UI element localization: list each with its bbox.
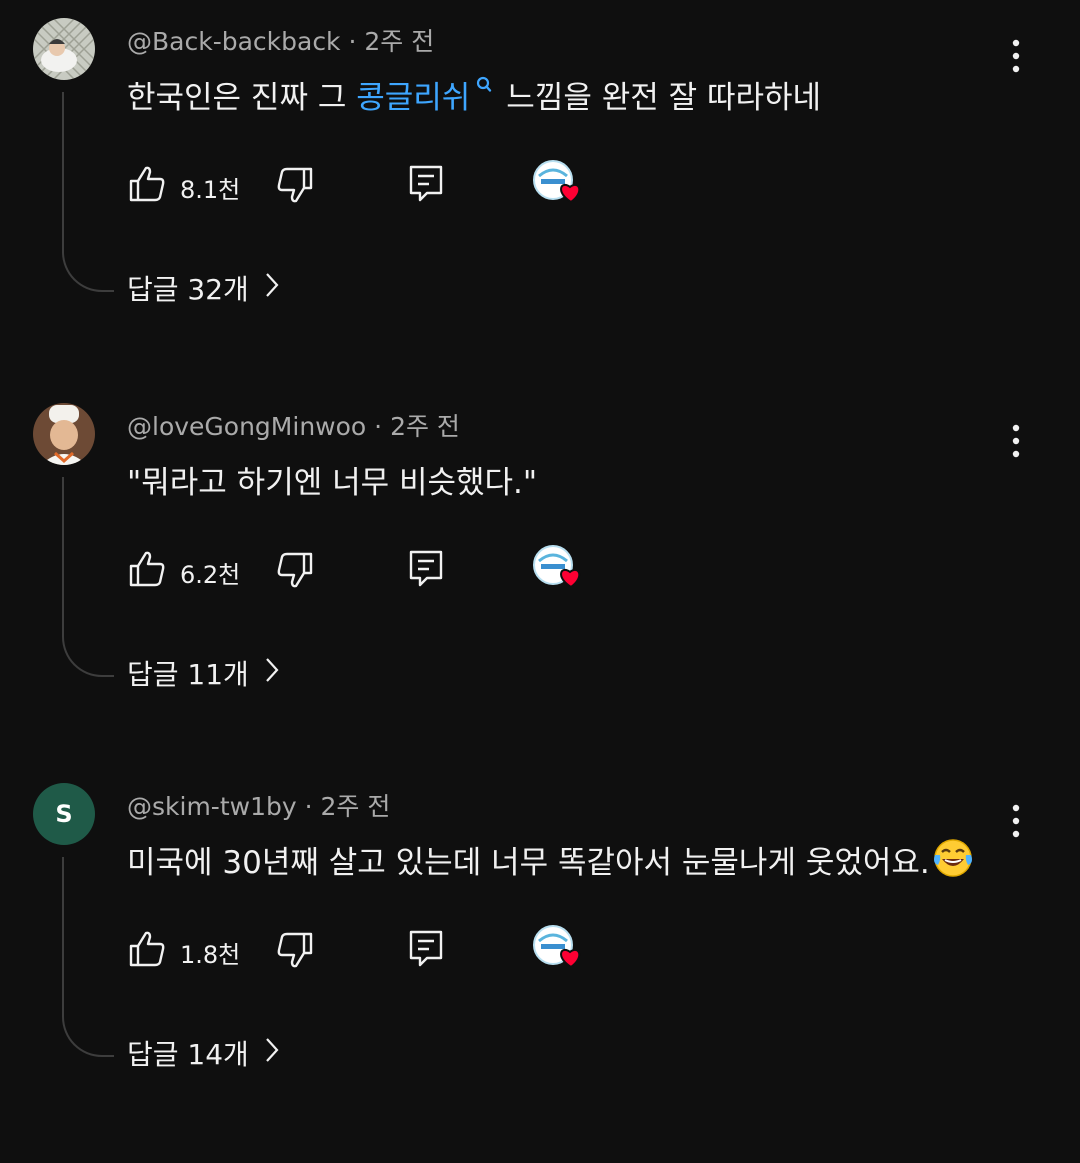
comment-3: S @skim-tw1by · 2주 전 미국에 30년째 살고 있는데 너무 … <box>0 783 1080 1163</box>
more-vert-icon[interactable] <box>1003 36 1029 76</box>
comment-time: 2주 전 <box>320 792 391 821</box>
comment-text: "뭐라고 하기엔 너무 비슷했다." <box>127 465 538 501</box>
comment-2: @loveGongMinwoo · 2주 전 "뭐라고 하기엔 너무 비슷했다.… <box>0 403 1080 783</box>
author-handle[interactable]: @skim-tw1by <box>127 792 297 821</box>
replies-count: 답글 11개 <box>127 658 249 691</box>
comment-1: @Back-backback · 2주 전 한국인은 진짜 그 콩글리쉬 느낌을 … <box>0 18 1080 398</box>
avatar[interactable] <box>33 18 95 80</box>
replies-count: 답글 14개 <box>127 1038 249 1071</box>
replies-count: 답글 32개 <box>127 273 249 306</box>
comment-time: 2주 전 <box>364 27 435 56</box>
meta-separator: · <box>304 792 313 821</box>
chevron-right-icon <box>265 272 279 305</box>
comment-text: 한국인은 진짜 그 콩글리쉬 느낌을 완전 잘 따라하네 <box>127 72 821 117</box>
chevron-right-icon <box>265 1037 279 1070</box>
meta-separator: · <box>348 27 357 56</box>
chevron-right-icon <box>265 657 279 690</box>
comment-text: 미국에 30년째 살고 있는데 너무 똑같아서 눈물나게 웃었어요. <box>127 837 974 887</box>
like-count: 6.2천 <box>180 561 241 589</box>
comment-actions: 1.8천 <box>0 903 700 969</box>
comment-meta: @skim-tw1by · 2주 전 <box>127 787 390 823</box>
comment-text-part: 미국에 30년째 살고 있는데 너무 똑같아서 눈물나게 웃었어요. <box>127 845 930 881</box>
replies-toggle[interactable]: 답글 32개 <box>127 268 279 308</box>
like-count: 8.1천 <box>180 176 241 204</box>
creator-heart-icon <box>533 925 589 977</box>
tears-of-joy-emoji <box>932 837 974 887</box>
comment-text-part: 느낌을 완전 잘 따라하네 <box>506 80 822 116</box>
replies-toggle[interactable]: 답글 11개 <box>127 653 279 693</box>
thumbs-down-icon[interactable] <box>275 551 315 591</box>
more-vert-icon[interactable] <box>1003 801 1029 841</box>
thumbs-up-icon[interactable] <box>128 549 166 589</box>
comment-meta: @loveGongMinwoo · 2주 전 <box>127 407 460 443</box>
comment-actions: 6.2천 <box>0 523 700 589</box>
creator-heart-icon <box>533 160 589 212</box>
author-handle[interactable]: @Back-backback <box>127 27 341 56</box>
replies-toggle[interactable]: 답글 14개 <box>127 1033 279 1073</box>
like-count: 1.8천 <box>180 941 241 969</box>
avatar[interactable] <box>33 403 95 465</box>
meta-separator: · <box>374 412 383 441</box>
reply-icon[interactable] <box>408 929 444 969</box>
reply-icon[interactable] <box>408 164 444 204</box>
author-handle[interactable]: @loveGongMinwoo <box>127 412 366 441</box>
more-vert-icon[interactable] <box>1003 421 1029 461</box>
thumbs-up-icon[interactable] <box>128 164 166 204</box>
comment-text-part: 한국인은 진짜 그 <box>127 80 357 116</box>
thumbs-down-icon[interactable] <box>275 166 315 206</box>
thumbs-up-icon[interactable] <box>128 929 166 969</box>
reply-icon[interactable] <box>408 549 444 589</box>
comment-meta: @Back-backback · 2주 전 <box>127 22 434 58</box>
comment-time: 2주 전 <box>390 412 460 441</box>
creator-heart-icon <box>533 545 589 597</box>
comment-actions: 8.1천 <box>0 138 700 204</box>
search-icon[interactable] <box>476 66 492 102</box>
thumbs-down-icon[interactable] <box>275 931 315 971</box>
search-link[interactable]: 콩글리쉬 <box>356 80 470 116</box>
avatar[interactable]: S <box>33 783 95 845</box>
